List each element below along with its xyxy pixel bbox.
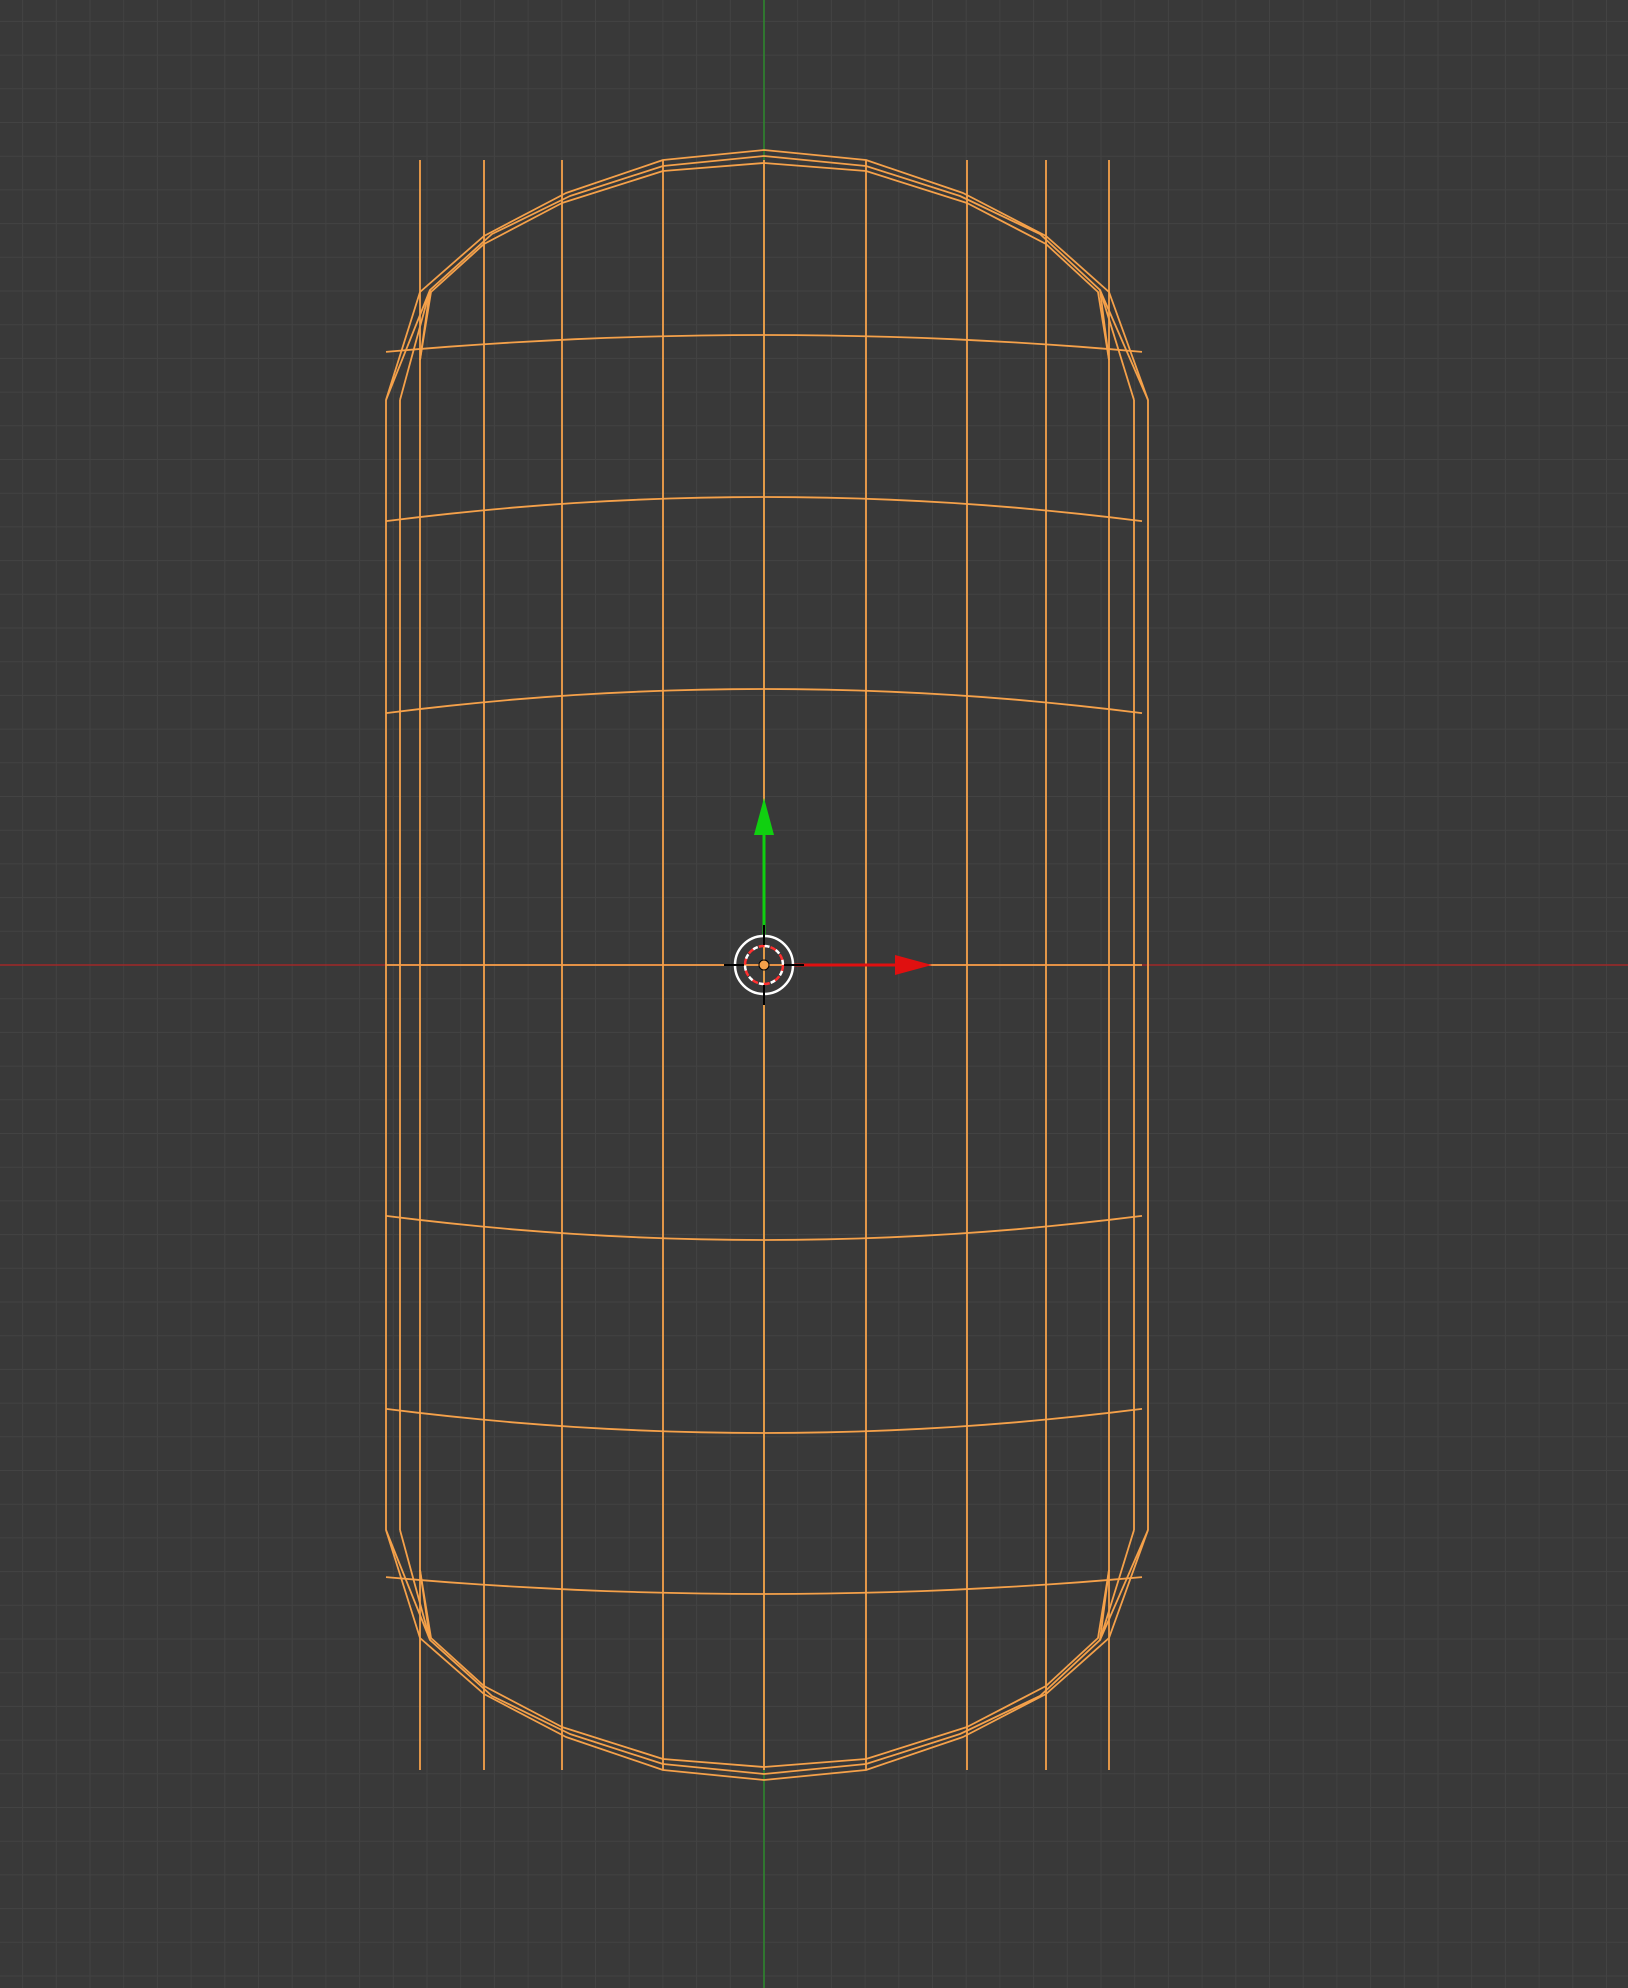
cap-edge xyxy=(385,289,431,401)
cap-edge xyxy=(385,1529,431,1641)
top-cap-inner xyxy=(399,155,1135,401)
3d-viewport[interactable] xyxy=(0,0,1628,1988)
gizmo-x-arrow-icon[interactable] xyxy=(895,955,932,975)
3d-cursor-icon[interactable] xyxy=(724,925,804,1005)
bottom-cap-inner xyxy=(399,1529,1135,1775)
floor-grid xyxy=(0,0,1628,1988)
gizmo-y-arrow-icon[interactable] xyxy=(754,798,774,835)
viewport-canvas[interactable] xyxy=(0,0,1628,1988)
move-gizmo-icon[interactable] xyxy=(754,798,932,975)
object-origin-dot xyxy=(758,959,770,971)
